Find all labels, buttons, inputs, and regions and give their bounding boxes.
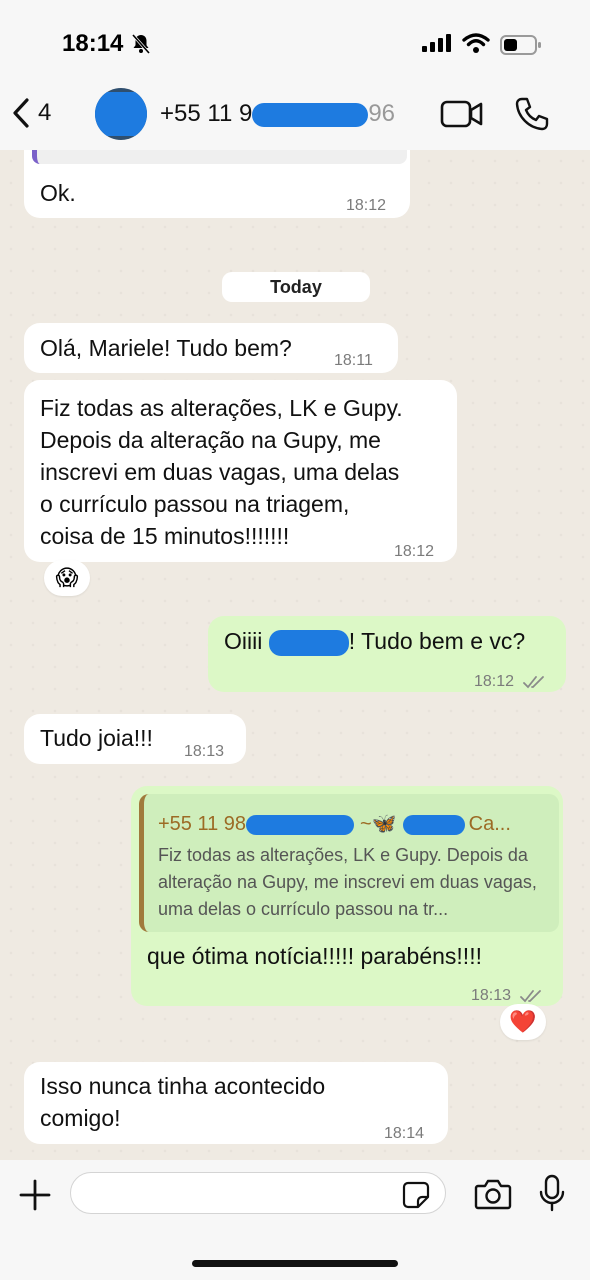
message-list[interactable]: Ok. 18:12 Today Olá, Mariele! Tudo bem? …: [0, 150, 590, 1160]
battery-icon: [500, 35, 541, 55]
message-time: 18:12: [394, 543, 435, 560]
contact-name[interactable]: +55 11 9 96: [160, 100, 395, 128]
message-text: Fiz todas as alterações, LK e Gupy. Depo…: [40, 392, 403, 552]
double-check-icon: [519, 989, 541, 1003]
message-text: Tudo joia!!!: [40, 725, 153, 751]
video-call-icon[interactable]: [440, 98, 484, 130]
contact-phone-visible: +55 11 9: [160, 100, 253, 127]
wifi-icon: [462, 33, 490, 53]
message-bubble-incoming[interactable]: Ok. 18:12: [24, 150, 410, 218]
back-button[interactable]: 4: [12, 98, 51, 128]
phone-call-icon[interactable]: [514, 96, 550, 132]
message-line: Depois da alteração na Gupy, me: [40, 427, 381, 453]
message-text-part: Oiiii: [224, 628, 263, 654]
message-time: 18:12: [474, 666, 547, 698]
message-text: Olá, Mariele! Tudo bem?: [40, 335, 292, 361]
message-line: coisa de 15 minutos!!!!!!!: [40, 523, 290, 549]
message-time-text: 18:12: [474, 673, 515, 690]
redaction-mark: [402, 814, 465, 835]
redaction-mark: [246, 814, 355, 835]
quoted-author-part: ~🦋: [360, 813, 397, 835]
composer-bar: [0, 1160, 590, 1280]
message-time: 18:11: [334, 352, 373, 369]
message-line: comigo!: [40, 1105, 121, 1131]
avatar[interactable]: [95, 88, 147, 140]
message-bubble-incoming[interactable]: Fiz todas as alterações, LK e Gupy. Depo…: [24, 380, 457, 562]
redaction-mark: [268, 629, 349, 656]
message-line: Isso nunca tinha acontecido: [40, 1073, 326, 1099]
message-text: Oiiii ! Tudo bem e vc?: [224, 625, 525, 657]
unread-count: 4: [38, 99, 52, 126]
message-time: 18:13: [184, 743, 225, 760]
message-text-part: ! Tudo bem e vc?: [348, 628, 526, 654]
reaction-badge[interactable]: 😱: [44, 560, 90, 596]
status-bar: 18:14: [0, 0, 590, 80]
message-bubble-outgoing[interactable]: +55 11 98 ~🦋 Ca... Fiz todas as alterações…: [131, 786, 563, 1006]
chat-header: 4 +55 11 9 96: [0, 80, 590, 151]
message-time: 18:14: [384, 1125, 425, 1142]
message-line: o currículo passou na triagem,: [40, 491, 350, 517]
message-line: Fiz todas as alterações, LK e Gupy.: [40, 395, 403, 421]
quoted-text: Fiz todas as alterações, LK e Gupy. Depo…: [158, 845, 537, 919]
message-bubble-incoming[interactable]: Olá, Mariele! Tudo bem? 18:11: [24, 323, 398, 373]
message-line: inscrevi em duas vagas, uma delas: [40, 459, 400, 485]
reaction-badge[interactable]: ❤️: [500, 1004, 546, 1040]
chevron-left-icon: [13, 98, 29, 128]
message-time: 18:12: [346, 197, 387, 214]
quoted-bar: [32, 150, 407, 164]
message-bubble-incoming[interactable]: Tudo joia!!! 18:13: [24, 714, 246, 764]
quoted-author-part: Ca...: [468, 813, 511, 835]
redaction-mark: [95, 92, 147, 136]
microphone-icon[interactable]: [538, 1174, 566, 1214]
contact-phone-tail: 96: [368, 100, 396, 127]
double-check-icon: [522, 675, 544, 689]
message-text: Ok.: [40, 180, 76, 206]
camera-icon[interactable]: [474, 1178, 512, 1210]
quoted-message[interactable]: +55 11 98 ~🦋 Ca... Fiz todas as alterações…: [139, 794, 559, 932]
date-separator: Today: [222, 272, 370, 302]
message-time-text: 18:13: [471, 987, 512, 1004]
message-text: Isso nunca tinha acontecido comigo!: [40, 1070, 325, 1134]
message-input[interactable]: [70, 1172, 446, 1214]
message-bubble-incoming[interactable]: Isso nunca tinha acontecido comigo! 18:1…: [24, 1062, 448, 1144]
plus-icon[interactable]: [18, 1178, 52, 1212]
home-indicator: [192, 1260, 398, 1267]
cellular-signal-icon: [422, 34, 451, 52]
message-bubble-outgoing[interactable]: Oiiii ! Tudo bem e vc? 18:12: [208, 616, 566, 692]
redaction-mark: [252, 102, 369, 127]
quoted-author: +55 11 98 ~🦋 Ca...: [158, 808, 511, 840]
quoted-author-part: +55 11 98: [158, 813, 247, 835]
muted-bell-icon: [131, 34, 151, 54]
status-time: 18:14: [62, 30, 124, 57]
message-text: que ótima notícia!!!!! parabéns!!!!: [147, 943, 482, 969]
sticker-icon[interactable]: [402, 1181, 430, 1209]
